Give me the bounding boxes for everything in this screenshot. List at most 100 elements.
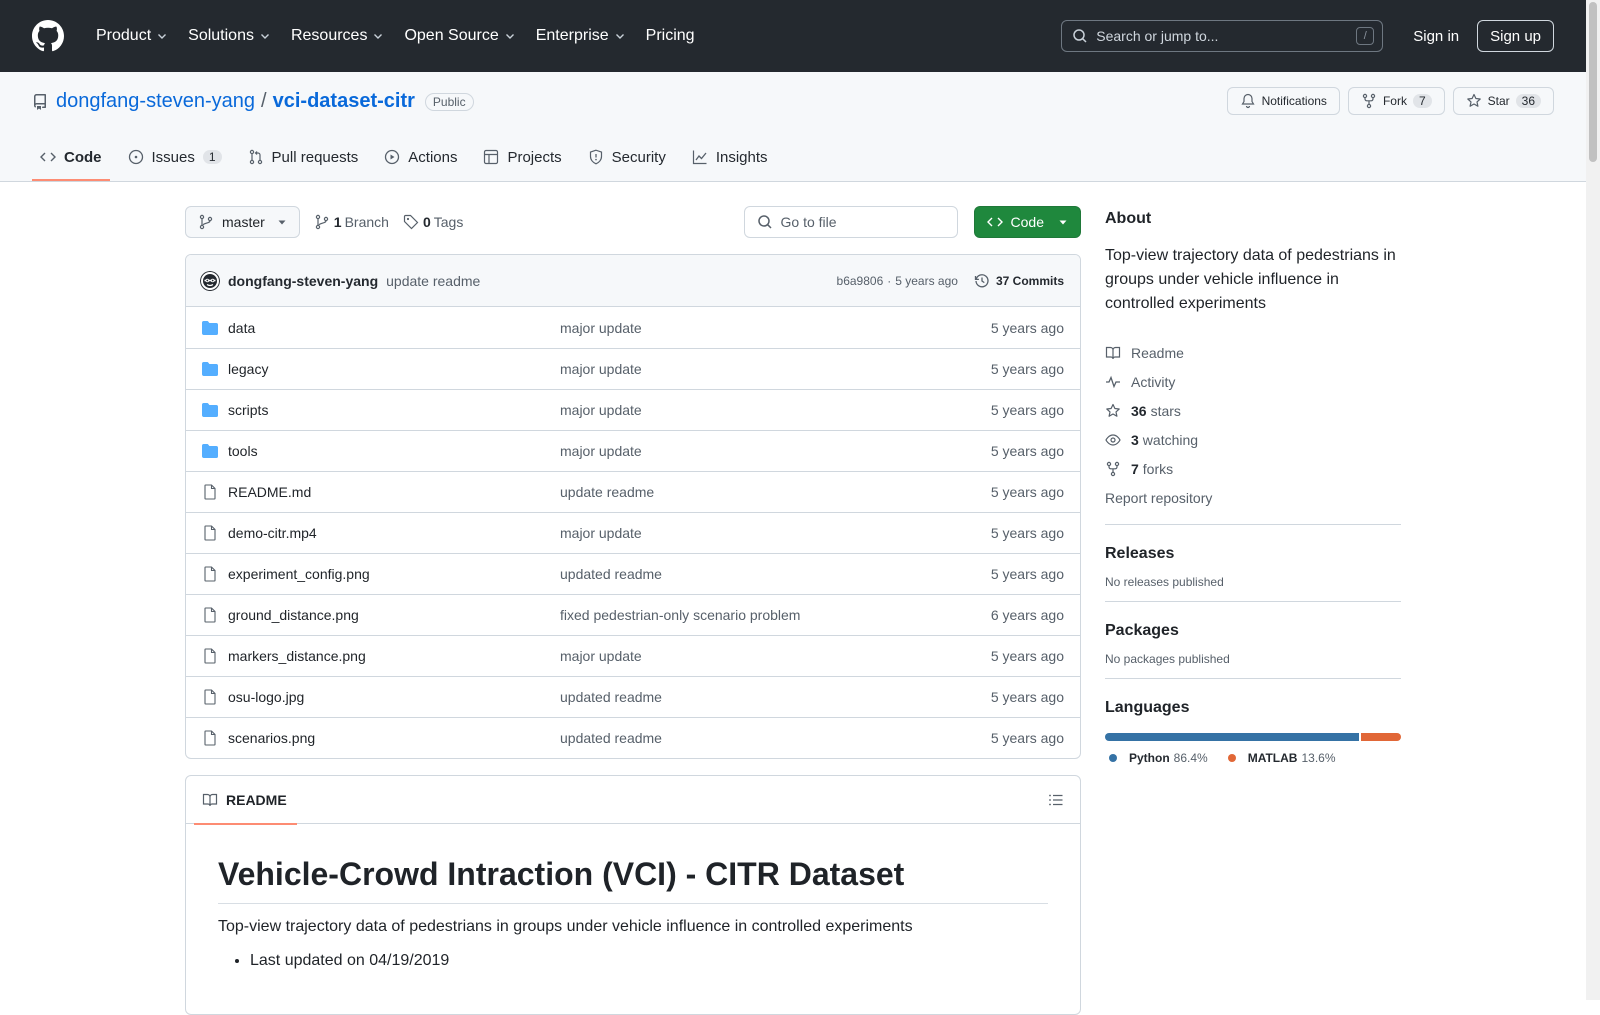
tab-issues[interactable]: Issues 1 — [120, 133, 230, 181]
readme-link[interactable]: Readme — [1105, 338, 1401, 367]
sign-up-button[interactable]: Sign up — [1477, 20, 1554, 52]
repo-owner-link[interactable]: dongfang-steven-yang — [56, 90, 255, 113]
file-commit-message[interactable]: fixed pedestrian-only scenario problem — [560, 607, 991, 623]
nav-enterprise[interactable]: Enterprise — [528, 20, 634, 52]
commits-history-link[interactable]: 37 Commits — [974, 273, 1064, 289]
tab-actions[interactable]: Actions — [376, 133, 465, 181]
language-item[interactable]: MATLAB 13.6% — [1227, 751, 1336, 765]
code-dropdown-button[interactable]: Code — [973, 206, 1081, 238]
file-commit-message[interactable]: major update — [560, 402, 991, 418]
tab-code[interactable]: Code — [32, 133, 110, 181]
nav-product[interactable]: Product — [88, 20, 176, 52]
file-commit-message[interactable]: updated readme — [560, 730, 991, 746]
nav-open-source[interactable]: Open Source — [396, 20, 523, 52]
file-name-link[interactable]: markers_distance.png — [228, 648, 560, 664]
file-name-link[interactable]: data — [228, 320, 560, 336]
language-item[interactable]: Python 86.4% — [1109, 751, 1208, 765]
activity-link[interactable]: Activity — [1105, 367, 1401, 396]
file-commit-message[interactable]: updated readme — [560, 566, 991, 582]
commit-sha-link[interactable]: b6a9806 — [837, 274, 884, 288]
file-row[interactable]: data major update 5 years ago — [186, 307, 1080, 348]
packages-title[interactable]: Packages — [1105, 622, 1401, 640]
file-name-link[interactable]: experiment_config.png — [228, 566, 560, 582]
bell-icon — [1241, 93, 1255, 109]
notifications-button[interactable]: Notifications — [1226, 87, 1340, 115]
file-name-link[interactable]: demo-citr.mp4 — [228, 525, 560, 541]
branch-name: master — [222, 214, 265, 230]
file-name-link[interactable]: scripts — [228, 402, 560, 418]
avatar[interactable] — [200, 270, 220, 291]
releases-title[interactable]: Releases — [1105, 545, 1401, 563]
watching-link[interactable]: 3 watching — [1105, 425, 1401, 454]
readme-bullet: Last updated on 04/19/2019 — [250, 952, 1048, 970]
readme-tab[interactable]: README — [194, 776, 297, 825]
tab-security[interactable]: Security — [580, 133, 674, 181]
report-repository-link[interactable]: Report repository — [1105, 483, 1401, 512]
file-icon — [202, 648, 218, 664]
commit-message-link[interactable]: update readme — [386, 273, 480, 289]
file-row[interactable]: tools major update 5 years ago — [186, 430, 1080, 471]
tab-insights[interactable]: Insights — [684, 133, 776, 181]
file-commit-message[interactable]: major update — [560, 648, 991, 664]
github-logo-icon[interactable] — [32, 20, 64, 52]
file-row[interactable]: scenarios.png updated readme 5 years ago — [186, 717, 1080, 758]
scrollbar-thumb[interactable] — [1589, 2, 1597, 162]
code-icon — [40, 152, 56, 162]
file-row[interactable]: legacy major update 5 years ago — [186, 348, 1080, 389]
forks-link[interactable]: 7 forks — [1105, 454, 1401, 483]
file-row[interactable]: scripts major update 5 years ago — [186, 389, 1080, 430]
releases-note: No releases published — [1105, 575, 1224, 589]
search-placeholder: Search or jump to... — [1096, 28, 1219, 44]
fork-count: 7 — [1412, 94, 1432, 108]
file-name-link[interactable]: osu-logo.jpg — [228, 689, 560, 705]
file-row[interactable]: ground_distance.png fixed pedestrian-only… — [186, 594, 1080, 635]
languages-section: Languages Python 86.4% MATLAB 13.6% — [1105, 678, 1401, 765]
fork-button[interactable]: Fork 7 — [1347, 87, 1445, 115]
file-commit-message[interactable]: major update — [560, 320, 991, 336]
tab-projects[interactable]: Projects — [475, 133, 569, 181]
sign-in-link[interactable]: Sign in — [1399, 28, 1473, 45]
about-description: Top-view trajectory data of pedestrians … — [1105, 247, 1396, 312]
file-row[interactable]: README.md update readme 5 years ago — [186, 471, 1080, 512]
star-button[interactable]: Star 36 — [1452, 87, 1554, 115]
visibility-badge: Public — [424, 92, 474, 111]
file-name-link[interactable]: README.md — [228, 484, 560, 500]
issue-icon — [128, 149, 143, 165]
file-commit-message[interactable]: major update — [560, 525, 991, 541]
star-count: 36 — [1515, 94, 1541, 108]
branches-link[interactable]: 1 Branch — [314, 214, 389, 230]
nav-resources[interactable]: Resources — [283, 20, 392, 52]
repo-tabs: Code Issues 1 Pull requests Actions Proj… — [32, 133, 786, 181]
file-age: 5 years ago — [990, 689, 1064, 705]
file-commit-message[interactable]: major update — [560, 443, 991, 459]
language-color-dot — [1109, 754, 1117, 762]
tab-pull-requests[interactable]: Pull requests — [240, 133, 367, 181]
file-commit-message[interactable]: major update — [560, 361, 991, 377]
file-icon — [202, 689, 218, 705]
file-commit-message[interactable]: update readme — [560, 484, 991, 500]
repo-name-link[interactable]: vci-dataset-citr — [273, 90, 415, 113]
file-row[interactable]: demo-citr.mp4 major update 5 years ago — [186, 512, 1080, 553]
file-name-link[interactable]: ground_distance.png — [228, 607, 560, 623]
list-outline-icon[interactable] — [1048, 792, 1064, 808]
nav-pricing[interactable]: Pricing — [638, 20, 703, 52]
play-circle-icon — [385, 149, 400, 165]
file-name-link[interactable]: tools — [228, 443, 560, 459]
file-name-link[interactable]: scenarios.png — [228, 730, 560, 746]
global-search-input[interactable]: Search or jump to... / — [1061, 20, 1384, 52]
stars-link[interactable]: 36 stars — [1105, 396, 1401, 425]
go-to-file-input[interactable]: Go to file — [743, 206, 958, 238]
language-name: Python — [1129, 751, 1170, 765]
tags-link[interactable]: 0 Tags — [403, 214, 463, 230]
nav-solutions[interactable]: Solutions — [180, 20, 279, 52]
commit-author-link[interactable]: dongfang-steven-yang — [228, 273, 378, 289]
file-row[interactable]: experiment_config.png updated readme 5 yea… — [186, 553, 1080, 594]
branch-select-button[interactable]: master — [185, 206, 300, 238]
file-name-link[interactable]: legacy — [228, 361, 560, 377]
page-scrollbar[interactable] — [1586, 0, 1600, 1000]
language-name: MATLAB — [1247, 751, 1298, 765]
file-row[interactable]: markers_distance.png major update 5 years … — [186, 635, 1080, 676]
file-commit-message[interactable]: updated readme — [560, 689, 991, 705]
readme-bullets: Last updated on 04/19/2019 — [218, 952, 1048, 970]
file-row[interactable]: osu-logo.jpg updated readme 5 years ago — [186, 676, 1080, 717]
